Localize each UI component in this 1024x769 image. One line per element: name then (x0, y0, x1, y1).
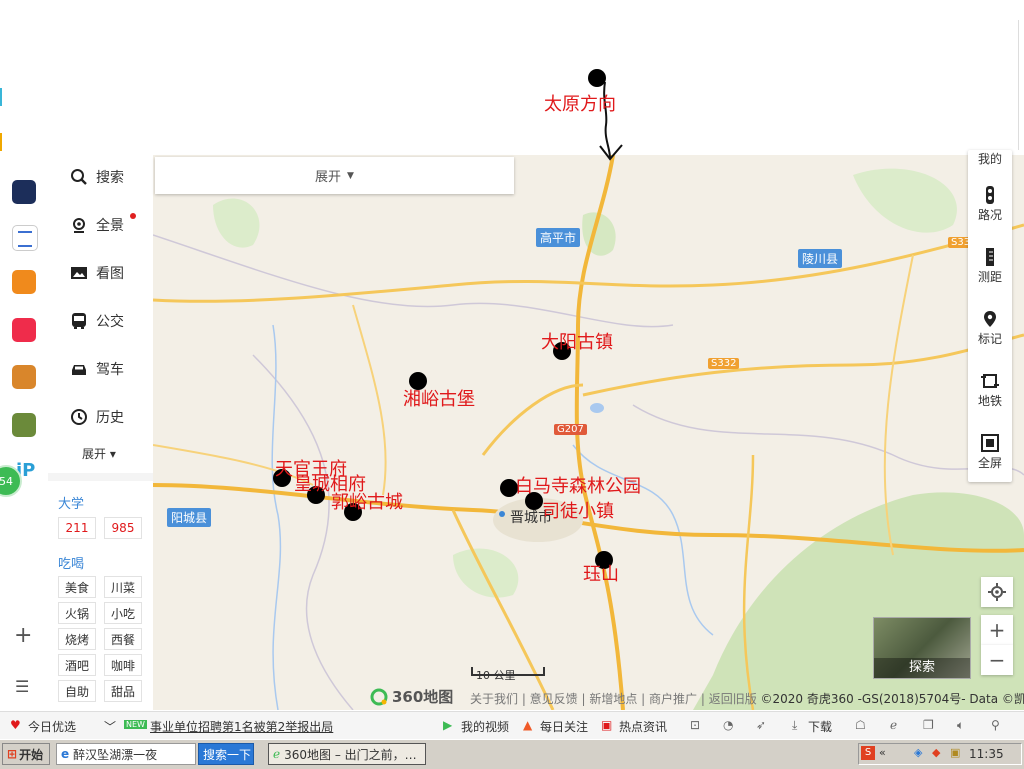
daily-focus-link[interactable]: 每日关注 (540, 718, 588, 735)
tool-traffic[interactable]: 路况 (968, 186, 1012, 223)
pin-icon (984, 311, 996, 327)
tool-subway[interactable]: 地铁 (968, 372, 1012, 409)
map-expand-bar[interactable]: 展开 ▼ (155, 157, 514, 194)
my-video-link[interactable]: 我的视频 (461, 718, 509, 735)
tool-measure[interactable]: 测距 (968, 248, 1012, 285)
browser-icon: ℯ (273, 747, 281, 761)
download-link[interactable]: 下载 (808, 718, 832, 735)
tray-network-icon[interactable]: ◈ (914, 746, 922, 759)
hot-news-link[interactable]: 热点资讯 (619, 718, 667, 735)
taskbar-window-360map[interactable]: ℯ 360地图 – 出门之前，… (268, 743, 426, 765)
attribution-links[interactable]: 关于我们 | 意见反馈 | 新增地点 | 商户推广 | 返回旧版 (470, 692, 757, 706)
heart-icon[interactable]: ♥ (10, 718, 21, 732)
tray-expand-icon[interactable]: « (879, 746, 886, 759)
fullscreen-icon (981, 434, 999, 452)
tray-shield-icon[interactable]: ◆ (932, 746, 940, 759)
poi-label-xiangyu: 湘峪古堡 (403, 389, 475, 410)
speed-icon[interactable]: ◔ (723, 718, 733, 732)
today-picks-link[interactable]: 今日优选 (28, 718, 76, 735)
tool-mark[interactable]: 标记 (968, 310, 1012, 347)
poi-marker-taiyuan (588, 69, 606, 87)
poi-label-jueshan: 珏山 (583, 564, 619, 585)
caret-down-icon: ▼ (347, 170, 354, 181)
news-ticker[interactable]: 事业单位招聘第1名被第2举报出局 (150, 718, 333, 735)
tray-app-icon[interactable]: ▣ (950, 746, 960, 759)
window-icon[interactable]: ❐ (923, 718, 934, 732)
annotation-layer (273, 69, 623, 569)
poi-label-guoyu: 郭峪古城 (331, 492, 403, 513)
tray-s-icon[interactable]: S (861, 746, 875, 760)
taskbar-search-box[interactable]: e 醉汉坠湖漂一夜 (56, 743, 196, 765)
tool-my[interactable]: 我的 (968, 150, 1012, 167)
tray-clock[interactable]: 11:35 (969, 747, 1004, 761)
zoom-search-icon[interactable]: ⚲ (991, 718, 1000, 732)
map-attribution: 关于我们 | 意见反馈 | 新增地点 | 商户推广 | 返回旧版 ©2020 奇… (470, 690, 1024, 707)
traffic-light-icon (986, 186, 994, 204)
taskbar-search-button[interactable]: 搜索一下 (198, 743, 254, 765)
robot-icon[interactable]: ☖ (855, 718, 866, 732)
poi-label-baimasi: 白马寺森林公园 (515, 476, 641, 497)
tool-fullscreen[interactable]: 全屏 (968, 434, 1012, 471)
annotation-taiyuan-label: 太原方向 (544, 94, 616, 115)
download-icon[interactable]: ⤓ (792, 718, 797, 733)
map-right-toolbar: 我的 路况 测距 标记 地铁 全屏 (968, 150, 1012, 482)
new-badge: NEW (124, 720, 147, 729)
poi-label-dayang: 大阳古镇 (541, 332, 613, 353)
tray-area: S « ◈ ◆ ▣ 11:35 (858, 743, 1022, 765)
video-icon: ▶ (443, 718, 453, 732)
ie-icon[interactable]: ℯ (890, 718, 897, 732)
windows-logo-icon: ⊞ (7, 747, 18, 761)
start-button[interactable]: ⊞ 开始 (2, 743, 50, 765)
subway-icon (981, 374, 999, 388)
hot-news-icon: ▣ (601, 718, 613, 732)
copyright-text: ©2020 奇虎360 -GS(2018)5704号- Data ©凯立德 (760, 692, 1024, 706)
collapse-icon[interactable]: ﹀ (104, 718, 116, 735)
poi-label-situ: 司徒小镇 (542, 501, 614, 522)
rocket-icon[interactable]: ➶ (756, 718, 766, 732)
screenshot-icon[interactable]: ⊡ (690, 718, 700, 732)
ruler-icon (986, 248, 994, 266)
ie-search-icon: e (61, 747, 70, 761)
volume-icon[interactable]: 🔈︎ (957, 718, 964, 733)
flame-icon: ▲ (523, 718, 533, 732)
browser-status-bar: ♥ 今日优选 ﹀ NEW 事业单位招聘第1名被第2举报出局 ▶ 我的视频 ▲ 每… (0, 711, 1024, 740)
windows-taskbar: ⊞ 开始 e 醉汉坠湖漂一夜 搜索一下 ℯ 360地图 – 出门之前，… S «… (0, 739, 1024, 769)
